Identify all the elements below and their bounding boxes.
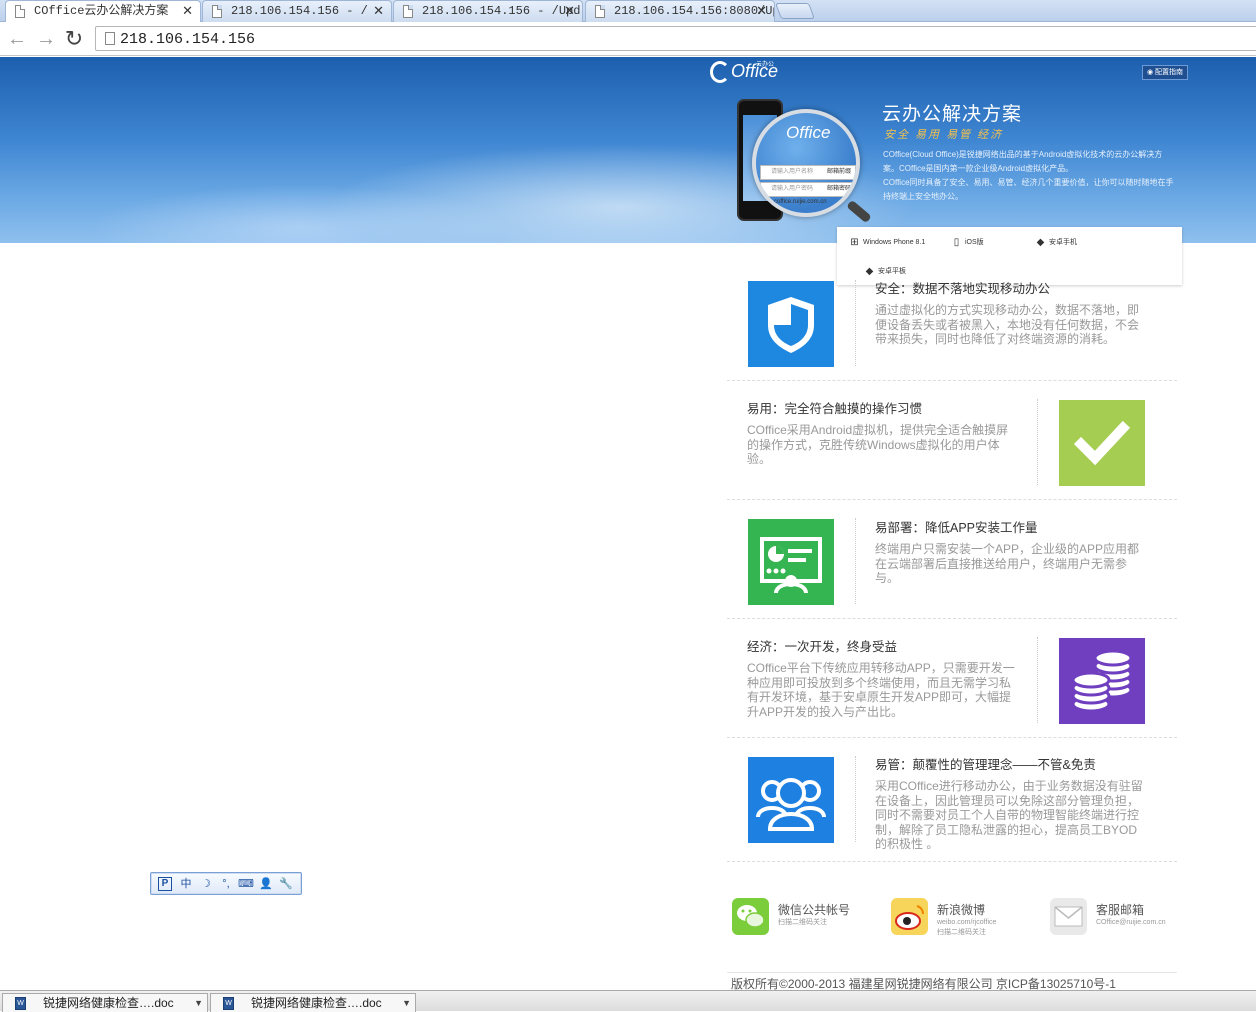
logo-swoosh-icon [710, 61, 730, 84]
tab-strip: COffice云办公解决方案 ✕ 218.106.154.156 - / ✕ 2… [0, 0, 1256, 23]
magnifier-illustration: Office 请输入用户名称 邮箱前缀 请输入用户密码 邮箱密码 coffice.r… [752, 109, 860, 217]
coins-icon [1059, 638, 1145, 724]
ime-punctuation-icon[interactable]: °, [218, 876, 234, 892]
ime-settings-icon[interactable]: 🔧 [278, 876, 294, 892]
page-icon [212, 5, 222, 18]
close-icon[interactable]: ✕ [182, 1, 193, 21]
weibo-icon [891, 898, 928, 935]
feature-title: 经济：一次开发，终身受益 [747, 640, 898, 654]
word-doc-icon: W [223, 997, 234, 1010]
page-icon [595, 5, 605, 18]
back-button[interactable]: ← [6, 29, 28, 49]
chevron-down-icon[interactable]: ▼ [402, 994, 411, 1012]
feature-description: 终端用户只需安装一个APP，企业级的APP应用都在云端部署后直接推送给用户，终端… [875, 542, 1140, 585]
close-icon[interactable]: ✕ [756, 1, 767, 21]
hero-slogan: 安全 易用 易管 经济 [884, 129, 1004, 141]
page-icon [15, 5, 25, 18]
checkmark-icon [1059, 400, 1145, 486]
feature-description: 采用COffice进行移动办公，由于业务数据没有驻留在设备上，因此管理员可以免除… [875, 779, 1143, 851]
users-icon [748, 757, 834, 843]
reload-button[interactable]: ↻ [63, 28, 85, 50]
magnifier-handle [846, 199, 872, 224]
feature-description: COffice采用Android虚拟机，提供完全适合触摸屏的操作方式，克胜传统W… [747, 423, 1009, 466]
android-icon: ◆ [1036, 237, 1045, 248]
ime-chinese-mode-icon[interactable]: 中 [178, 876, 194, 892]
page-icon [105, 32, 115, 45]
tab-title: 218.106.154.156:8080/Up [614, 4, 775, 18]
close-icon[interactable]: ✕ [564, 1, 575, 21]
wechat-account[interactable]: 微信公共帐号 扫描二维码关注 [732, 897, 882, 941]
tab-title: COffice云办公解决方案 [34, 4, 169, 18]
address-bar[interactable] [95, 26, 1256, 51]
ime-logo-icon[interactable]: P [158, 877, 172, 891]
ime-half-width-icon[interactable]: ☽ [198, 876, 214, 892]
tab-ip-update[interactable]: 218.106.154.156 - /Upd ✕ [393, 0, 583, 22]
platform-windows-phone[interactable]: ⊞ Windows Phone 8.1 [849, 236, 925, 250]
chevron-down-icon[interactable]: ▼ [194, 994, 203, 1012]
browser-toolbar: ← → ↻ [0, 22, 1256, 56]
platform-android-phone[interactable]: ◆ 安卓手机 [1035, 236, 1077, 250]
copyright-text: 版权所有©2000-2013 福建星网锐捷网络有限公司 京ICP备1302571… [731, 977, 1116, 990]
feature-usability: 易用：完全符合触摸的操作习惯 COffice采用Android虚拟机，提供完全适… [727, 381, 1177, 500]
config-guide-button[interactable]: ◉ 配置指南 [1142, 65, 1189, 80]
ime-toolbar: P 中 ☽ °, ⌨ 👤 🔧 [150, 872, 302, 895]
tab-coffice[interactable]: COffice云办公解决方案 ✕ [5, 0, 201, 23]
windows-icon: ⊞ [850, 237, 859, 248]
new-tab-button[interactable] [775, 3, 815, 19]
tab-ip-root[interactable]: 218.106.154.156 - / ✕ [202, 0, 392, 22]
feature-title: 易管：颠覆性的管理理念——不管&免责 [875, 758, 1096, 772]
feature-deployment: 易部署：降低APP安装工作量 终端用户只需安装一个APP，企业级的APP应用都在… [727, 500, 1177, 619]
download-item[interactable]: W 锐捷网络健康检查….doc ▼ [210, 993, 416, 1012]
feature-title: 易用：完全符合触摸的操作习惯 [747, 402, 923, 416]
forward-button[interactable]: → [35, 29, 57, 49]
hero-title: 云办公解决方案 [882, 104, 1023, 125]
hero-description-1: COffice(Cloud Office)是锐捷网络出品的基于Android虚拟… [883, 150, 1163, 173]
sina-weibo[interactable]: 新浪微博 weibo.com/rjcoffice 扫描二维码关注 [891, 897, 1041, 941]
feature-economy: 经济：一次开发，终身受益 COffice平台下传统应用转移动APP，只需要开发一… [727, 619, 1177, 738]
download-shelf: W 锐捷网络健康检查….doc ▼ W 锐捷网络健康检查….doc ▼ [0, 990, 1256, 1012]
close-icon[interactable]: ✕ [373, 1, 384, 21]
tab-ip-8080[interactable]: 218.106.154.156:8080/Up ✕ [585, 0, 775, 22]
wechat-icon [732, 898, 769, 935]
ime-keyboard-icon[interactable]: ⌨ [238, 876, 254, 892]
feature-management: 易管：颠覆性的管理理念——不管&免责 采用COffice进行移动办公，由于业务数… [727, 738, 1177, 862]
feature-title: 安全：数据不落地实现移动办公 [875, 282, 1051, 296]
coffice-logo[interactable]: Office 云办公 [710, 61, 778, 84]
tab-title: 218.106.154.156 - /Upd [422, 4, 581, 18]
download-item[interactable]: W 锐捷网络健康检查….doc ▼ [2, 993, 208, 1012]
page-content: Office 云办公 ◉ 配置指南 Office 请输入用户名称 邮箱前缀 请输入… [0, 57, 1256, 990]
hero-description-2: COffice同时具备了安全、易用、易管、经济几个重要价值，让你可以随时随地在手… [883, 178, 1174, 201]
platform-ios[interactable]: ▯ iOS版 [951, 236, 984, 250]
tab-title: 218.106.154.156 - / [231, 4, 368, 18]
hero-banner: Office 云办公 ◉ 配置指南 Office 请输入用户名称 邮箱前缀 请输入… [0, 57, 1256, 243]
word-doc-icon: W [15, 997, 26, 1010]
feature-description: COffice平台下传统应用转移动APP，只需要开发一种应用即可投放到多个终端使… [747, 661, 1015, 719]
ios-phone-icon: ▯ [953, 237, 960, 248]
presentation-icon [748, 519, 834, 605]
support-email[interactable]: 客服邮箱 COffice@ruijie.com.cn [1050, 897, 1180, 941]
feature-title: 易部署：降低APP安装工作量 [875, 521, 1038, 535]
feature-description: 通过虚拟化的方式实现移动办公，数据不落地，即便设备丢失或者被黑入，本地没有任何数… [875, 303, 1140, 346]
page-icon [403, 5, 413, 18]
mail-icon [1050, 898, 1087, 935]
ime-user-icon[interactable]: 👤 [258, 876, 274, 892]
url-input[interactable] [120, 29, 720, 49]
feature-security: 安全：数据不落地实现移动办公 通过虚拟化的方式实现移动办公，数据不落地，即便设备… [727, 262, 1177, 381]
footer-divider [727, 972, 1177, 973]
shield-icon [748, 281, 834, 367]
